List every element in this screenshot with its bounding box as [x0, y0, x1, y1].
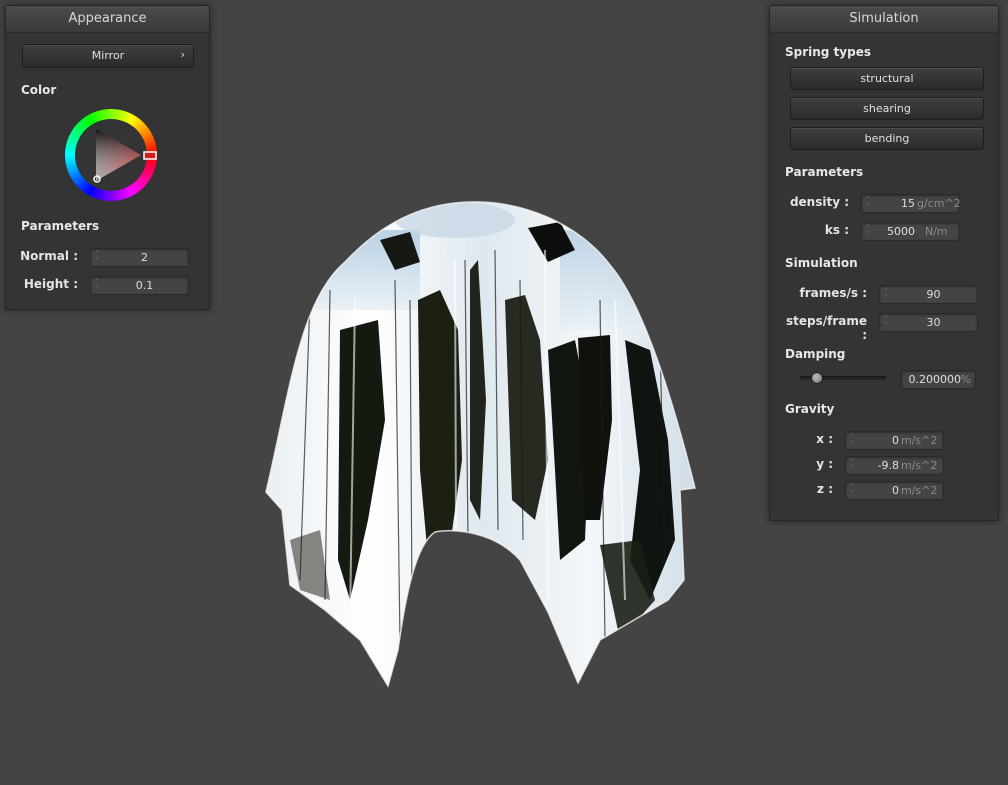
density-unit: g/cm^2 — [917, 197, 961, 210]
spinner-arrows-icon[interactable]: ˄ ˅ — [850, 434, 858, 448]
shearing-button[interactable]: shearing — [790, 97, 984, 120]
ks-value: 5000 — [887, 225, 915, 238]
gravity-z-value: 0 — [892, 484, 899, 497]
ks-label: ks : — [824, 223, 849, 237]
gravity-y-value: -9.8 — [877, 459, 899, 472]
ks-unit: N/m — [925, 225, 948, 238]
frames-input[interactable]: ˄ ˅ 90 — [879, 285, 978, 304]
spinner-arrows-icon[interactable]: ˄ ˅ — [884, 288, 892, 302]
gravity-x-input[interactable]: ˄ ˅ 0 m/s^2 — [845, 431, 944, 450]
gravity-y-unit: m/s^2 — [901, 459, 938, 472]
steps-value: 30 — [926, 316, 941, 329]
damping-label: Damping — [785, 347, 846, 361]
density-value: 15 — [901, 197, 915, 210]
structural-button[interactable]: structural — [790, 67, 984, 90]
spinner-arrows-icon[interactable]: ˄ ˅ — [850, 484, 858, 498]
sim-params-label: Parameters — [785, 165, 864, 179]
bending-button[interactable]: bending — [790, 127, 984, 150]
gravity-z-label: z : — [817, 482, 833, 496]
spinner-arrows-icon[interactable]: ˄ ˅ — [850, 459, 858, 473]
damping-value: 0.200000 — [908, 373, 962, 386]
ks-input[interactable]: ˄ ˅ 5000 N/m — [861, 222, 960, 241]
density-input[interactable]: ˄ ˅ 15 g/cm^2 — [861, 194, 961, 213]
gravity-x-value: 0 — [892, 434, 899, 447]
gravity-x-label: x : — [816, 432, 833, 446]
gravity-y-input[interactable]: ˄ ˅ -9.8 m/s^2 — [845, 456, 944, 475]
density-label: density : — [789, 195, 849, 209]
spinner-arrows-icon[interactable]: ˄ ˅ — [866, 197, 874, 211]
steps-input[interactable]: ˄ ˅ 30 — [879, 313, 978, 332]
spinner-arrows-icon[interactable]: ˄ ˅ — [884, 316, 892, 330]
gravity-z-input[interactable]: ˄ ˅ 0 m/s^2 — [845, 481, 944, 500]
spinner-arrows-icon[interactable]: ˄ ˅ — [866, 225, 874, 239]
steps-label: steps/frame : — [785, 314, 867, 342]
sim-section-label: Simulation — [785, 256, 858, 270]
simulation-panel: Simulation Spring types structural shear… — [769, 5, 999, 521]
gravity-x-unit: m/s^2 — [901, 434, 938, 447]
damping-slider-knob[interactable] — [811, 372, 824, 384]
frames-label: frames/s : — [799, 286, 867, 300]
simulation-title[interactable]: Simulation — [770, 6, 998, 33]
gravity-label: Gravity — [785, 402, 835, 416]
damping-unit: % — [960, 373, 971, 386]
frames-value: 90 — [926, 288, 941, 301]
damping-input[interactable]: 0.200000 % — [901, 370, 976, 389]
gravity-z-unit: m/s^2 — [901, 484, 938, 497]
spring-types-label: Spring types — [785, 45, 872, 59]
gravity-y-label: y : — [816, 457, 833, 471]
